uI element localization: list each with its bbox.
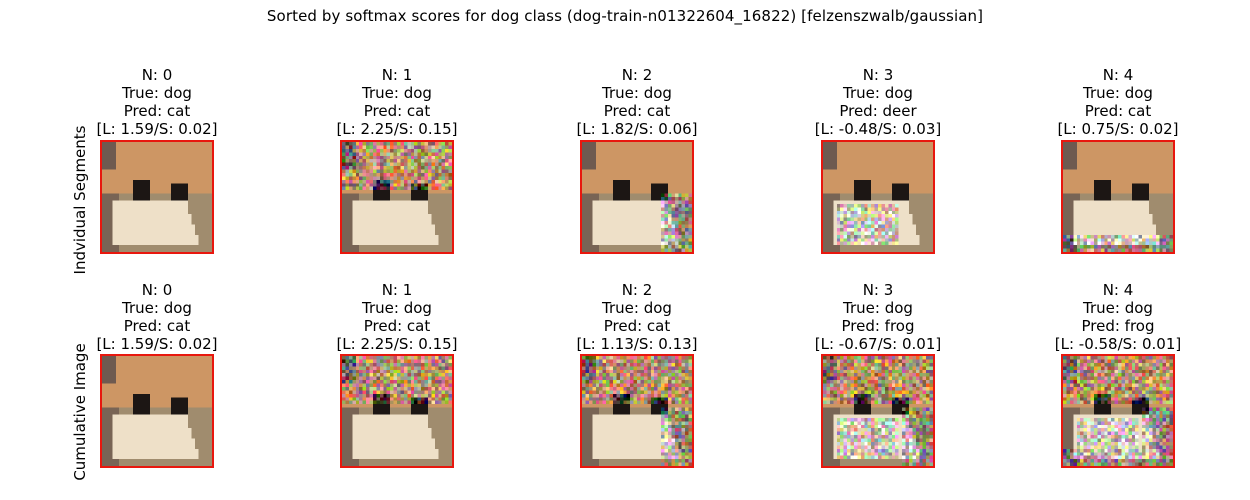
- panel-caption: N: 1 True: dog Pred: cat [L: 2.25/S: 0.15]: [317, 281, 477, 353]
- caption-scores: [L: 2.25/S: 0.15]: [336, 120, 458, 138]
- segment-image-panel: [821, 140, 935, 254]
- segment-image-panel: [100, 354, 214, 468]
- panel-caption: N: 4 True: dog Pred: cat [L: 0.75/S: 0.02]: [1038, 66, 1198, 138]
- caption-scores: [L: 1.13/S: 0.13]: [576, 335, 698, 353]
- caption-n: N: 3: [862, 281, 894, 299]
- caption-pred: Pred: frog: [1081, 317, 1155, 335]
- caption-scores: [L: 0.75/S: 0.02]: [1057, 120, 1179, 138]
- dog-image: [342, 356, 452, 466]
- caption-pred: Pred: cat: [603, 317, 671, 335]
- caption-pred: Pred: cat: [1084, 102, 1152, 120]
- caption-pred: Pred: cat: [603, 102, 671, 120]
- caption-true: True: dog: [362, 299, 432, 317]
- caption-scores: [L: -0.67/S: 0.01]: [814, 335, 942, 353]
- caption-true: True: dog: [1083, 84, 1153, 102]
- panel-caption: N: 3 True: dog Pred: deer [L: -0.48/S: 0.03…: [798, 66, 958, 138]
- caption-pred: Pred: cat: [363, 102, 431, 120]
- caption-pred: Pred: frog: [841, 317, 915, 335]
- panel-caption: N: 4 True: dog Pred: frog [L: -0.58/S: 0.01…: [1038, 281, 1198, 353]
- caption-scores: [L: -0.58/S: 0.01]: [1054, 335, 1182, 353]
- segment-image-panel: [1061, 354, 1175, 468]
- caption-scores: [L: 1.59/S: 0.02]: [96, 120, 218, 138]
- caption-n: N: 2: [621, 281, 653, 299]
- caption-scores: [L: 1.59/S: 0.02]: [96, 335, 218, 353]
- segment-image-panel: [580, 354, 694, 468]
- caption-true: True: dog: [122, 84, 192, 102]
- segment-image-panel: [580, 140, 694, 254]
- segment-image-panel: [340, 354, 454, 468]
- caption-scores: [L: -0.48/S: 0.03]: [814, 120, 942, 138]
- dog-image: [823, 356, 933, 466]
- caption-n: N: 1: [381, 281, 413, 299]
- dog-image: [823, 142, 933, 252]
- dog-image: [582, 142, 692, 252]
- segment-image-panel: [1061, 140, 1175, 254]
- panel-caption: N: 2 True: dog Pred: cat [L: 1.13/S: 0.13]: [557, 281, 717, 353]
- caption-n: N: 4: [1102, 281, 1134, 299]
- segment-image-panel: [100, 140, 214, 254]
- dog-image: [582, 356, 692, 466]
- dog-image: [1063, 142, 1173, 252]
- caption-n: N: 4: [1102, 66, 1134, 84]
- dog-image: [342, 142, 452, 252]
- segment-image-panel: [821, 354, 935, 468]
- panel-caption: N: 0 True: dog Pred: cat [L: 1.59/S: 0.02]: [77, 281, 237, 353]
- panel-caption: N: 2 True: dog Pred: cat [L: 1.82/S: 0.06]: [557, 66, 717, 138]
- figure-title: Sorted by softmax scores for dog class (…: [266, 7, 984, 25]
- caption-n: N: 1: [381, 66, 413, 84]
- segment-image-panel: [340, 140, 454, 254]
- dog-image: [102, 356, 212, 466]
- dog-image: [1063, 356, 1173, 466]
- caption-n: N: 2: [621, 66, 653, 84]
- caption-true: True: dog: [1083, 299, 1153, 317]
- panel-caption: N: 1 True: dog Pred: cat [L: 2.25/S: 0.15]: [317, 66, 477, 138]
- caption-true: True: dog: [122, 299, 192, 317]
- caption-pred: Pred: deer: [839, 102, 917, 120]
- caption-pred: Pred: cat: [363, 317, 431, 335]
- caption-scores: [L: 1.82/S: 0.06]: [576, 120, 698, 138]
- caption-true: True: dog: [362, 84, 432, 102]
- caption-true: True: dog: [602, 84, 672, 102]
- caption-n: N: 0: [141, 281, 173, 299]
- caption-pred: Pred: cat: [123, 102, 191, 120]
- dog-image: [102, 142, 212, 252]
- caption-true: True: dog: [843, 84, 913, 102]
- panel-caption: N: 0 True: dog Pred: cat [L: 1.59/S: 0.02]: [77, 66, 237, 138]
- panel-caption: N: 3 True: dog Pred: frog [L: -0.67/S: 0.01…: [798, 281, 958, 353]
- caption-true: True: dog: [843, 299, 913, 317]
- caption-pred: Pred: cat: [123, 317, 191, 335]
- caption-scores: [L: 2.25/S: 0.15]: [336, 335, 458, 353]
- caption-n: N: 3: [862, 66, 894, 84]
- row-label-individual-segments: Indvidual Segments: [71, 125, 89, 275]
- row-label-cumulative-image: Cumulative Image: [71, 343, 89, 481]
- caption-n: N: 0: [141, 66, 173, 84]
- caption-true: True: dog: [602, 299, 672, 317]
